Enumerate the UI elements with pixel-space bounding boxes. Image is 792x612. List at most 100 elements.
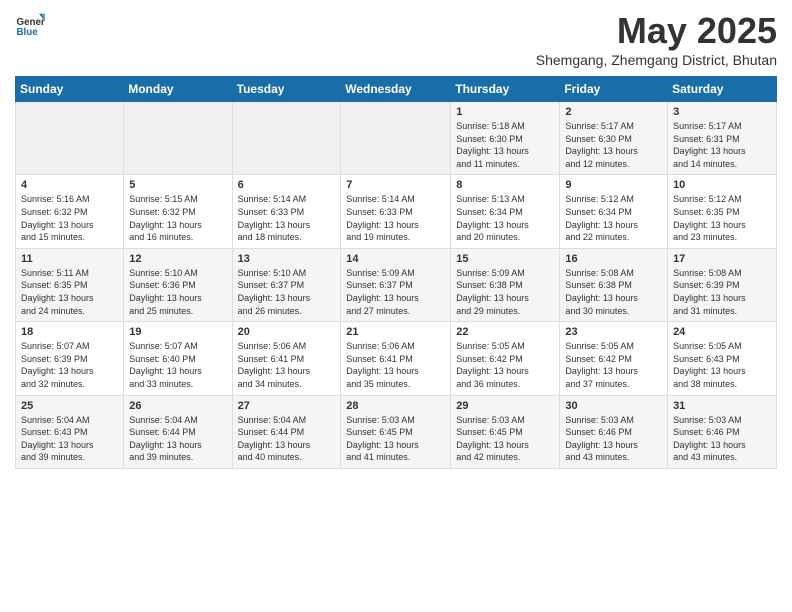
calendar-cell: 14 Sunrise: 5:09 AM Sunset: 6:37 PM Dayli… [341, 248, 451, 321]
cell-content: Sunrise: 5:18 AM Sunset: 6:30 PM Dayligh… [456, 120, 554, 170]
cell-content: Sunrise: 5:05 AM Sunset: 6:43 PM Dayligh… [673, 340, 771, 390]
header-row: SundayMondayTuesdayWednesdayThursdayFrid… [16, 77, 777, 102]
logo: General Blue [15, 10, 45, 40]
day-number: 21 [346, 326, 445, 338]
calendar-cell: 17Sunrise: 5:08 AM Sunset: 6:39 PM Dayli… [668, 248, 777, 321]
cell-content: Sunrise: 5:09 AM Sunset: 6:38 PM Dayligh… [456, 267, 554, 317]
day-number: 3 [673, 106, 771, 118]
cell-content: Sunrise: 5:04 AM Sunset: 6:44 PM Dayligh… [238, 414, 336, 464]
calendar-cell [232, 102, 341, 175]
calendar-table: SundayMondayTuesdayWednesdayThursdayFrid… [15, 76, 777, 469]
calendar-cell: 11 Sunrise: 5:11 AM Sunset: 6:35 PM Dayli… [16, 248, 124, 321]
day-number: 18 [21, 326, 118, 338]
day-number: 4 [21, 179, 118, 191]
calendar-cell: 28Sunrise: 5:03 AM Sunset: 6:45 PM Dayli… [341, 395, 451, 468]
cell-content: Sunrise: 5:10 AM Sunset: 6:37 PM Dayligh… [238, 267, 336, 317]
calendar-cell: 16 Sunrise: 5:08 AM Sunset: 6:38 PM Dayli… [560, 248, 668, 321]
calendar-cell: 22Sunrise: 5:05 AM Sunset: 6:42 PM Dayli… [451, 322, 560, 395]
location-subtitle: Shemgang, Zhemgang District, Bhutan [536, 52, 777, 68]
cell-content: Sunrise: 5:03 AM Sunset: 6:46 PM Dayligh… [565, 414, 662, 464]
day-number: 19 [129, 326, 226, 338]
calendar-cell: 19 Sunrise: 5:07 AM Sunset: 6:40 PM Dayli… [124, 322, 232, 395]
calendar-week-row: 25 Sunrise: 5:04 AM Sunset: 6:43 PM Dayli… [16, 395, 777, 468]
calendar-body: 1 Sunrise: 5:18 AM Sunset: 6:30 PM Daylig… [16, 102, 777, 469]
calendar-cell: 4 Sunrise: 5:16 AM Sunset: 6:32 PM Daylig… [16, 175, 124, 248]
cell-content: Sunrise: 5:12 AM Sunset: 6:34 PM Dayligh… [565, 193, 662, 243]
day-number: 16 [565, 253, 662, 265]
weekday-header-thursday: Thursday [451, 77, 560, 102]
day-number: 11 [21, 253, 118, 265]
day-number: 2 [565, 106, 662, 118]
cell-content: Sunrise: 5:04 AM Sunset: 6:44 PM Dayligh… [129, 414, 226, 464]
calendar-cell: 18 Sunrise: 5:07 AM Sunset: 6:39 PM Dayli… [16, 322, 124, 395]
calendar-cell [124, 102, 232, 175]
cell-content: Sunrise: 5:04 AM Sunset: 6:43 PM Dayligh… [21, 414, 118, 464]
day-number: 10 [673, 179, 771, 191]
cell-content: Sunrise: 5:08 AM Sunset: 6:38 PM Dayligh… [565, 267, 662, 317]
cell-content: Sunrise: 5:14 AM Sunset: 6:33 PM Dayligh… [346, 193, 445, 243]
cell-content: Sunrise: 5:16 AM Sunset: 6:32 PM Dayligh… [21, 193, 118, 243]
day-number: 25 [21, 400, 118, 412]
cell-content: Sunrise: 5:13 AM Sunset: 6:34 PM Dayligh… [456, 193, 554, 243]
svg-text:Blue: Blue [17, 27, 39, 38]
weekday-header-tuesday: Tuesday [232, 77, 341, 102]
calendar-cell: 15 Sunrise: 5:09 AM Sunset: 6:38 PM Dayli… [451, 248, 560, 321]
cell-content: Sunrise: 5:17 AM Sunset: 6:31 PM Dayligh… [673, 120, 771, 170]
day-number: 1 [456, 106, 554, 118]
calendar-cell: 1 Sunrise: 5:18 AM Sunset: 6:30 PM Daylig… [451, 102, 560, 175]
calendar-cell: 6 Sunrise: 5:14 AM Sunset: 6:33 PM Daylig… [232, 175, 341, 248]
day-number: 9 [565, 179, 662, 191]
day-number: 15 [456, 253, 554, 265]
day-number: 8 [456, 179, 554, 191]
day-number: 31 [673, 400, 771, 412]
calendar-cell [16, 102, 124, 175]
cell-content: Sunrise: 5:07 AM Sunset: 6:40 PM Dayligh… [129, 340, 226, 390]
calendar-cell: 10 Sunrise: 5:12 AM Sunset: 6:35 PM Dayli… [668, 175, 777, 248]
day-number: 7 [346, 179, 445, 191]
weekday-header-monday: Monday [124, 77, 232, 102]
cell-content: Sunrise: 5:03 AM Sunset: 6:45 PM Dayligh… [346, 414, 445, 464]
day-number: 24 [673, 326, 771, 338]
month-year-title: May 2025 [536, 10, 777, 52]
cell-content: Sunrise: 5:07 AM Sunset: 6:39 PM Dayligh… [21, 340, 118, 390]
day-number: 26 [129, 400, 226, 412]
cell-content: Sunrise: 5:03 AM Sunset: 6:45 PM Dayligh… [456, 414, 554, 464]
calendar-cell [341, 102, 451, 175]
calendar-week-row: 1 Sunrise: 5:18 AM Sunset: 6:30 PM Daylig… [16, 102, 777, 175]
calendar-cell: 29Sunrise: 5:03 AM Sunset: 6:45 PM Dayli… [451, 395, 560, 468]
calendar-cell: 12Sunrise: 5:10 AM Sunset: 6:36 PM Dayli… [124, 248, 232, 321]
calendar-cell: 3 Sunrise: 5:17 AM Sunset: 6:31 PM Daylig… [668, 102, 777, 175]
calendar-cell: 31Sunrise: 5:03 AM Sunset: 6:46 PM Dayli… [668, 395, 777, 468]
day-number: 23 [565, 326, 662, 338]
day-number: 6 [238, 179, 336, 191]
day-number: 27 [238, 400, 336, 412]
day-number: 13 [238, 253, 336, 265]
cell-content: Sunrise: 5:05 AM Sunset: 6:42 PM Dayligh… [456, 340, 554, 390]
logo-icon: General Blue [15, 10, 45, 40]
calendar-cell: 2 Sunrise: 5:17 AM Sunset: 6:30 PM Daylig… [560, 102, 668, 175]
calendar-cell: 23 Sunrise: 5:05 AM Sunset: 6:42 PM Dayli… [560, 322, 668, 395]
calendar-cell: 13 Sunrise: 5:10 AM Sunset: 6:37 PM Dayli… [232, 248, 341, 321]
cell-content: Sunrise: 5:14 AM Sunset: 6:33 PM Dayligh… [238, 193, 336, 243]
calendar-cell: 20Sunrise: 5:06 AM Sunset: 6:41 PM Dayli… [232, 322, 341, 395]
cell-content: Sunrise: 5:17 AM Sunset: 6:30 PM Dayligh… [565, 120, 662, 170]
cell-content: Sunrise: 5:11 AM Sunset: 6:35 PM Dayligh… [21, 267, 118, 317]
calendar-cell: 25 Sunrise: 5:04 AM Sunset: 6:43 PM Dayli… [16, 395, 124, 468]
calendar-cell: 26 Sunrise: 5:04 AM Sunset: 6:44 PM Dayli… [124, 395, 232, 468]
cell-content: Sunrise: 5:05 AM Sunset: 6:42 PM Dayligh… [565, 340, 662, 390]
cell-content: Sunrise: 5:12 AM Sunset: 6:35 PM Dayligh… [673, 193, 771, 243]
calendar-cell: 27 Sunrise: 5:04 AM Sunset: 6:44 PM Dayli… [232, 395, 341, 468]
cell-content: Sunrise: 5:10 AM Sunset: 6:36 PM Dayligh… [129, 267, 226, 317]
page-header: General Blue May 2025 Shemgang, Zhemgang… [15, 10, 777, 68]
calendar-cell: 9 Sunrise: 5:12 AM Sunset: 6:34 PM Daylig… [560, 175, 668, 248]
cell-content: Sunrise: 5:09 AM Sunset: 6:37 PM Dayligh… [346, 267, 445, 317]
day-number: 20 [238, 326, 336, 338]
weekday-header-sunday: Sunday [16, 77, 124, 102]
calendar-cell: 21Sunrise: 5:06 AM Sunset: 6:41 PM Dayli… [341, 322, 451, 395]
calendar-cell: 24 Sunrise: 5:05 AM Sunset: 6:43 PM Dayli… [668, 322, 777, 395]
day-number: 14 [346, 253, 445, 265]
weekday-header-wednesday: Wednesday [341, 77, 451, 102]
calendar-week-row: 4 Sunrise: 5:16 AM Sunset: 6:32 PM Daylig… [16, 175, 777, 248]
calendar-week-row: 18 Sunrise: 5:07 AM Sunset: 6:39 PM Dayli… [16, 322, 777, 395]
calendar-week-row: 11 Sunrise: 5:11 AM Sunset: 6:35 PM Dayli… [16, 248, 777, 321]
